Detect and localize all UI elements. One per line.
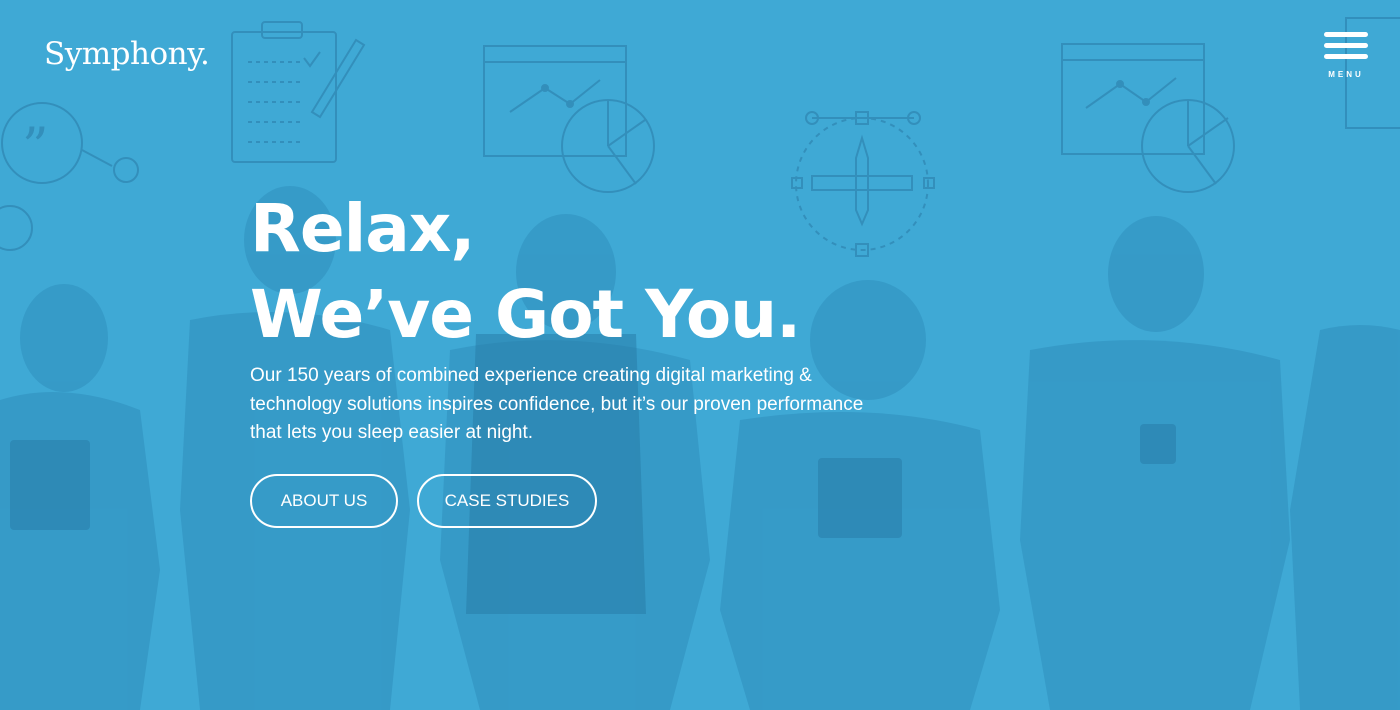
case-studies-button[interactable]: CASE STUDIES <box>417 474 597 528</box>
quote-bubble-icon: ” <box>0 102 139 251</box>
clipboard-icon <box>231 21 366 163</box>
hero-section: ” Symphony. MENU Relax, We’ve Got You. O… <box>0 0 1400 710</box>
menu-button[interactable]: MENU <box>1322 32 1370 84</box>
pie-chart-icon <box>1141 99 1235 193</box>
hero-tagline: Our 150 years of combined experience cre… <box>250 365 864 443</box>
about-us-button[interactable]: ABOUT US <box>250 474 398 528</box>
brand-logo[interactable]: Symphony. <box>44 36 210 72</box>
headline-line-1: Relax, <box>250 190 475 267</box>
hero-headline: Relax, We’ve Got You. <box>250 186 801 358</box>
pen-tool-icon <box>791 111 935 257</box>
pie-chart-icon <box>561 99 655 193</box>
headline-line-2: We’ve Got You. <box>250 276 801 353</box>
menu-label: MENU <box>1328 70 1364 79</box>
svg-text:”: ” <box>22 118 49 178</box>
line-chart-window-icon <box>1061 43 1205 155</box>
